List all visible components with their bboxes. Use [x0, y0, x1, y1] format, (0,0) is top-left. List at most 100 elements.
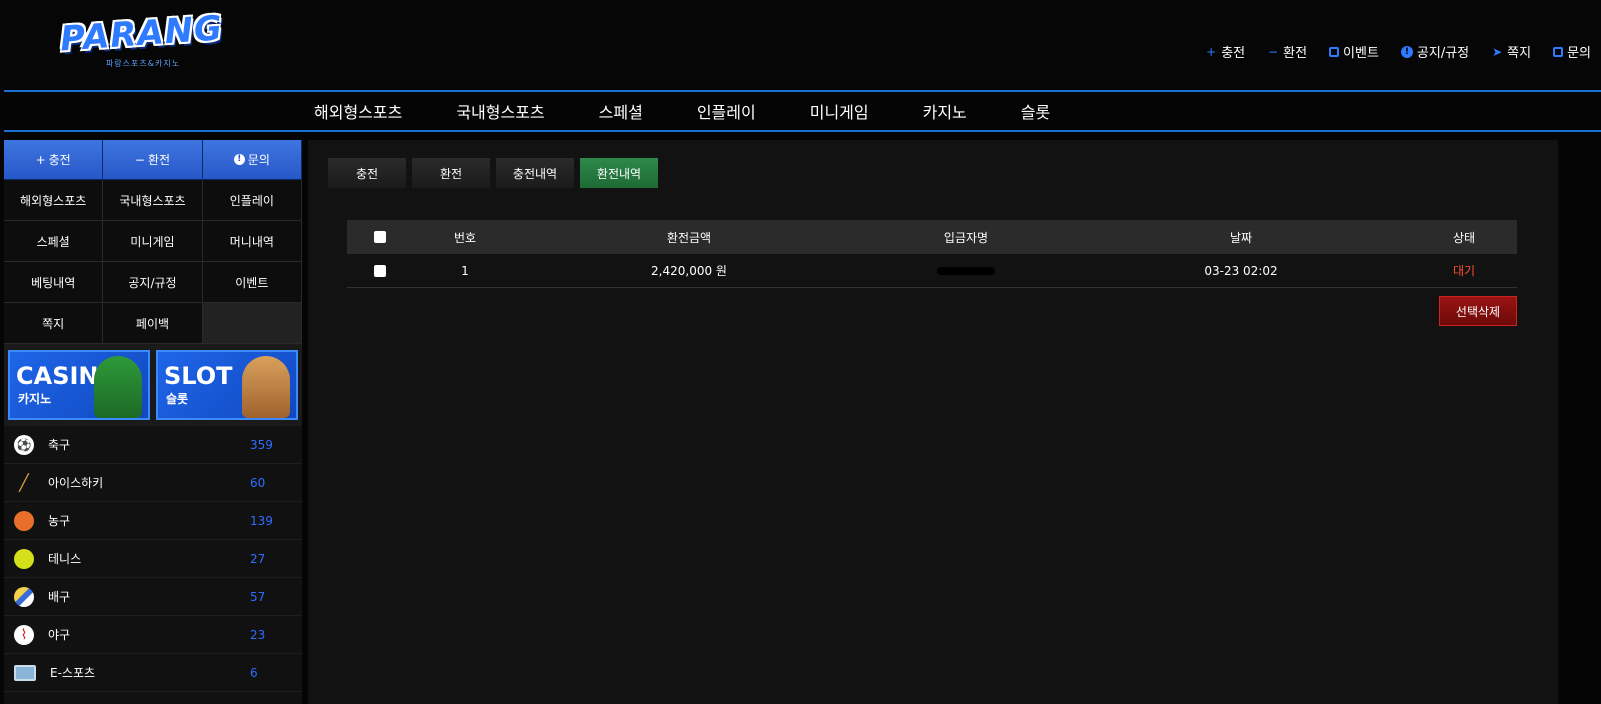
casino-character-image	[94, 356, 142, 418]
sport-count: 139	[250, 513, 273, 528]
nav-item-inplay[interactable]: 인플레이	[697, 99, 756, 123]
quick-actions: + 충전 − 환전 ! 문의	[4, 140, 302, 180]
sport-name: 아이스하키	[48, 476, 104, 490]
sport-count: 60	[250, 475, 266, 490]
nav-item-minigame[interactable]: 미니게임	[810, 99, 869, 123]
sport-item-esports[interactable]: E-스포츠 6	[4, 654, 302, 692]
sidebar: + 충전 − 환전 ! 문의 해외형스포츠 국내형스포츠 인플레이 스페셜 미니…	[4, 140, 302, 704]
sidebar-item-payback[interactable]: 페이백	[103, 303, 203, 344]
tab-bar: 충전 환전 충전내역 환전내역	[328, 158, 664, 188]
minus-icon: −	[134, 152, 145, 167]
sport-name: 야구	[48, 628, 71, 642]
top-link-charge[interactable]: + 충전	[1205, 42, 1246, 62]
top-link-message[interactable]: ➤ 쪽지	[1491, 42, 1531, 62]
quick-inquiry-button[interactable]: ! 문의	[202, 140, 302, 180]
sidebar-item-event[interactable]: 이벤트	[202, 262, 302, 303]
sport-count: 6	[250, 665, 258, 680]
sport-item-icehockey[interactable]: ╱ 아이스하키 60	[4, 464, 302, 502]
sidebar-item-domestic-sports[interactable]: 국내형스포츠	[103, 180, 203, 221]
logo-text: PARANG	[58, 8, 225, 60]
logo-subtitle: 파랑스포츠&카지노	[105, 59, 181, 68]
top-link-exchange[interactable]: − 환전	[1267, 42, 1308, 62]
cell-date: 03-23 02:02	[1204, 263, 1278, 278]
sidebar-item-bet-history[interactable]: 베팅내역	[4, 262, 104, 303]
top-link-inquiry[interactable]: 문의	[1553, 42, 1591, 61]
slot-banner[interactable]: SLOT 슬롯	[156, 350, 298, 420]
nav-item-casino[interactable]: 카지노	[923, 99, 967, 123]
sport-name: 테니스	[48, 552, 82, 566]
cell-status: 대기	[1452, 264, 1476, 278]
cell-no: 1	[461, 263, 469, 278]
sport-name: 농구	[48, 514, 71, 528]
cell-depositor	[861, 264, 1071, 278]
header-depositor: 입금자명	[943, 230, 989, 245]
banner-title: SLOT	[164, 362, 233, 390]
basketball-icon	[14, 510, 34, 531]
nav-item-overseas-sports[interactable]: 해외형스포츠	[314, 99, 402, 123]
tab-charge-history[interactable]: 충전내역	[496, 158, 574, 188]
top-links: + 충전 − 환전 이벤트 ! 공지/규정 ➤ 쪽지 문의	[1183, 42, 1591, 62]
tab-charge[interactable]: 충전	[328, 158, 406, 188]
sidebar-item-message[interactable]: 쪽지	[4, 303, 104, 344]
sidebar-item-minigame[interactable]: 미니게임	[103, 221, 203, 262]
delete-selected-button[interactable]: 선택삭제	[1439, 296, 1517, 326]
top-link-event[interactable]: 이벤트	[1329, 42, 1379, 61]
quick-label: 환전	[147, 153, 171, 167]
top-link-notice[interactable]: ! 공지/규정	[1400, 42, 1469, 61]
tab-exchange[interactable]: 환전	[412, 158, 490, 188]
esports-icon	[14, 664, 36, 681]
notice-icon: !	[1400, 45, 1413, 58]
sport-count: 23	[250, 627, 266, 642]
top-link-label: 환전	[1283, 46, 1308, 61]
plus-icon: +	[1206, 44, 1217, 59]
sport-item-volleyball[interactable]: 배구 57	[4, 578, 302, 616]
banner-subtitle: 슬롯	[166, 392, 189, 406]
row-checkbox[interactable]	[374, 264, 386, 277]
header-date: 날짜	[1229, 230, 1253, 245]
redacted-name	[937, 267, 995, 275]
header-status: 상태	[1452, 230, 1476, 245]
top-link-label: 충전	[1221, 46, 1246, 61]
sidebar-item-empty	[202, 303, 302, 344]
table-header: 번호 환전금액 입금자명 날짜 상태	[347, 220, 1517, 254]
header-no: 번호	[453, 230, 477, 245]
sidebar-item-special[interactable]: 스페셜	[4, 221, 104, 262]
main-nav: 해외형스포츠 국내형스포츠 스페셜 인플레이 미니게임 카지노 슬롯	[4, 90, 1601, 132]
slot-character-image	[242, 356, 290, 418]
top-link-label: 문의	[1567, 46, 1591, 61]
tennis-icon	[14, 548, 34, 569]
sidebar-item-money-history[interactable]: 머니내역	[202, 221, 302, 262]
top-link-label: 이벤트	[1343, 46, 1379, 61]
calendar-icon	[1329, 46, 1340, 57]
plus-icon: +	[35, 152, 46, 167]
nav-item-special[interactable]: 스페셜	[599, 99, 643, 123]
banners: CASINO 카지노 SLOT 슬롯	[4, 344, 302, 426]
header-amount: 환전금액	[666, 230, 712, 245]
sidebar-menu: 해외형스포츠 국내형스포츠 인플레이 스페셜 미니게임 머니내역 베팅내역 공지…	[4, 180, 302, 344]
sidebar-item-overseas-sports[interactable]: 해외형스포츠	[4, 180, 104, 221]
main-content: 충전 환전 충전내역 환전내역 번호 환전금액 입금자명 날짜 상태 1 2,4…	[308, 140, 1558, 704]
sport-item-basketball[interactable]: 농구 139	[4, 502, 302, 540]
site-logo[interactable]: PARANG 파랑스포츠&카지노	[59, 8, 224, 72]
quick-label: 충전	[48, 153, 71, 167]
quick-charge-button[interactable]: + 충전	[4, 140, 104, 180]
sport-item-tennis[interactable]: 테니스 27	[4, 540, 302, 578]
sport-count: 359	[250, 437, 273, 452]
volleyball-icon	[14, 586, 34, 607]
select-all-checkbox[interactable]	[374, 231, 386, 243]
tab-exchange-history[interactable]: 환전내역	[580, 158, 658, 188]
casino-banner[interactable]: CASINO 카지노	[8, 350, 150, 420]
sport-item-baseball[interactable]: ⌇ 야구 23	[4, 616, 302, 654]
hockey-icon: ╱	[19, 473, 29, 492]
sport-name: 배구	[48, 590, 71, 604]
paper-plane-icon: ➤	[1492, 44, 1503, 59]
nav-item-slot[interactable]: 슬롯	[1021, 99, 1050, 123]
table-row: 1 2,420,000 원 03-23 02:02 대기	[347, 254, 1517, 288]
nav-item-domestic-sports[interactable]: 국내형스포츠	[456, 99, 544, 123]
sport-item-soccer[interactable]: ⚽ 축구 359	[4, 426, 302, 464]
quick-exchange-button[interactable]: − 환전	[103, 140, 203, 180]
sidebar-item-notice[interactable]: 공지/규정	[103, 262, 203, 303]
baseball-icon: ⌇	[14, 624, 34, 645]
sidebar-item-inplay[interactable]: 인플레이	[202, 180, 302, 221]
banner-subtitle: 카지노	[18, 392, 52, 406]
